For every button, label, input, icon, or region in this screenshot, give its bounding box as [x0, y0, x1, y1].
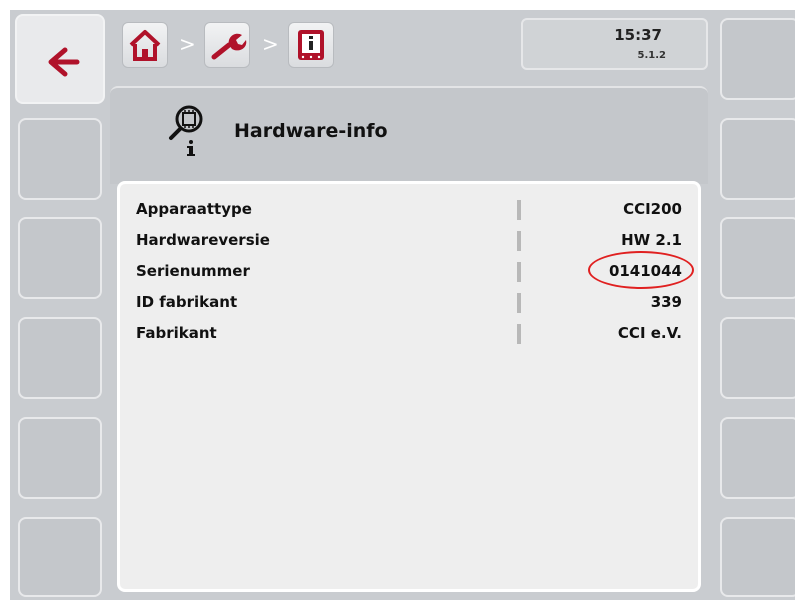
softkey-left-4[interactable] [18, 317, 102, 399]
breadcrumb-info-button[interactable] [288, 22, 334, 68]
softkey-right-1[interactable] [720, 18, 795, 100]
status-clock: 15:37 5.1.2 [521, 18, 708, 70]
hardware-info-list: Apparaattype CCI200 Hardwareversie HW 2.… [117, 181, 701, 592]
page-header: Hardware-info [110, 86, 708, 184]
column-divider [517, 324, 521, 344]
row-value: CCI200 [623, 200, 682, 218]
list-item: Apparaattype CCI200 [120, 194, 698, 225]
column-divider [517, 200, 521, 220]
softkey-right-6[interactable] [720, 517, 795, 597]
softkey-left-6[interactable] [18, 517, 102, 597]
softkey-left-2[interactable] [18, 118, 102, 200]
row-value: HW 2.1 [621, 231, 682, 249]
softkey-left-3[interactable] [18, 217, 102, 299]
row-value: CCI e.V. [617, 324, 682, 342]
softkey-right-2[interactable] [720, 118, 795, 200]
softkey-right-5[interactable] [720, 417, 795, 499]
softkey-right-4[interactable] [720, 317, 795, 399]
highlight-ring [588, 251, 694, 289]
breadcrumb-home-button[interactable] [122, 22, 168, 68]
home-icon [129, 30, 161, 61]
breadcrumb-settings-button[interactable] [204, 22, 250, 68]
arrow-left-icon [48, 47, 80, 77]
list-item: Fabrikant CCI e.V. [120, 318, 698, 349]
back-button[interactable] [15, 14, 105, 104]
row-label: Fabrikant [136, 324, 217, 342]
softkey-right-3[interactable] [720, 217, 795, 299]
breadcrumb-separator: > [179, 32, 196, 56]
clock-time: 15:37 [614, 26, 662, 44]
row-label: Apparaattype [136, 200, 252, 218]
list-item: ID fabrikant 339 [120, 287, 698, 318]
column-divider [517, 262, 521, 282]
info-panel-icon [298, 30, 324, 60]
row-label: ID fabrikant [136, 293, 238, 311]
chip-magnifier-info-icon [169, 105, 203, 156]
breadcrumb-separator: > [262, 32, 279, 56]
column-divider [517, 293, 521, 313]
column-divider [517, 231, 521, 251]
row-label: Serienummer [136, 262, 250, 280]
list-item: Serienummer 0141044 [120, 251, 698, 289]
softkey-left-5[interactable] [18, 417, 102, 499]
wrench-icon [211, 33, 247, 60]
software-version: 5.1.2 [637, 50, 666, 61]
list-item: Hardwareversie HW 2.1 [120, 225, 698, 256]
page-title: Hardware-info [234, 120, 388, 142]
row-value: 339 [650, 293, 682, 311]
row-label: Hardwareversie [136, 231, 270, 249]
